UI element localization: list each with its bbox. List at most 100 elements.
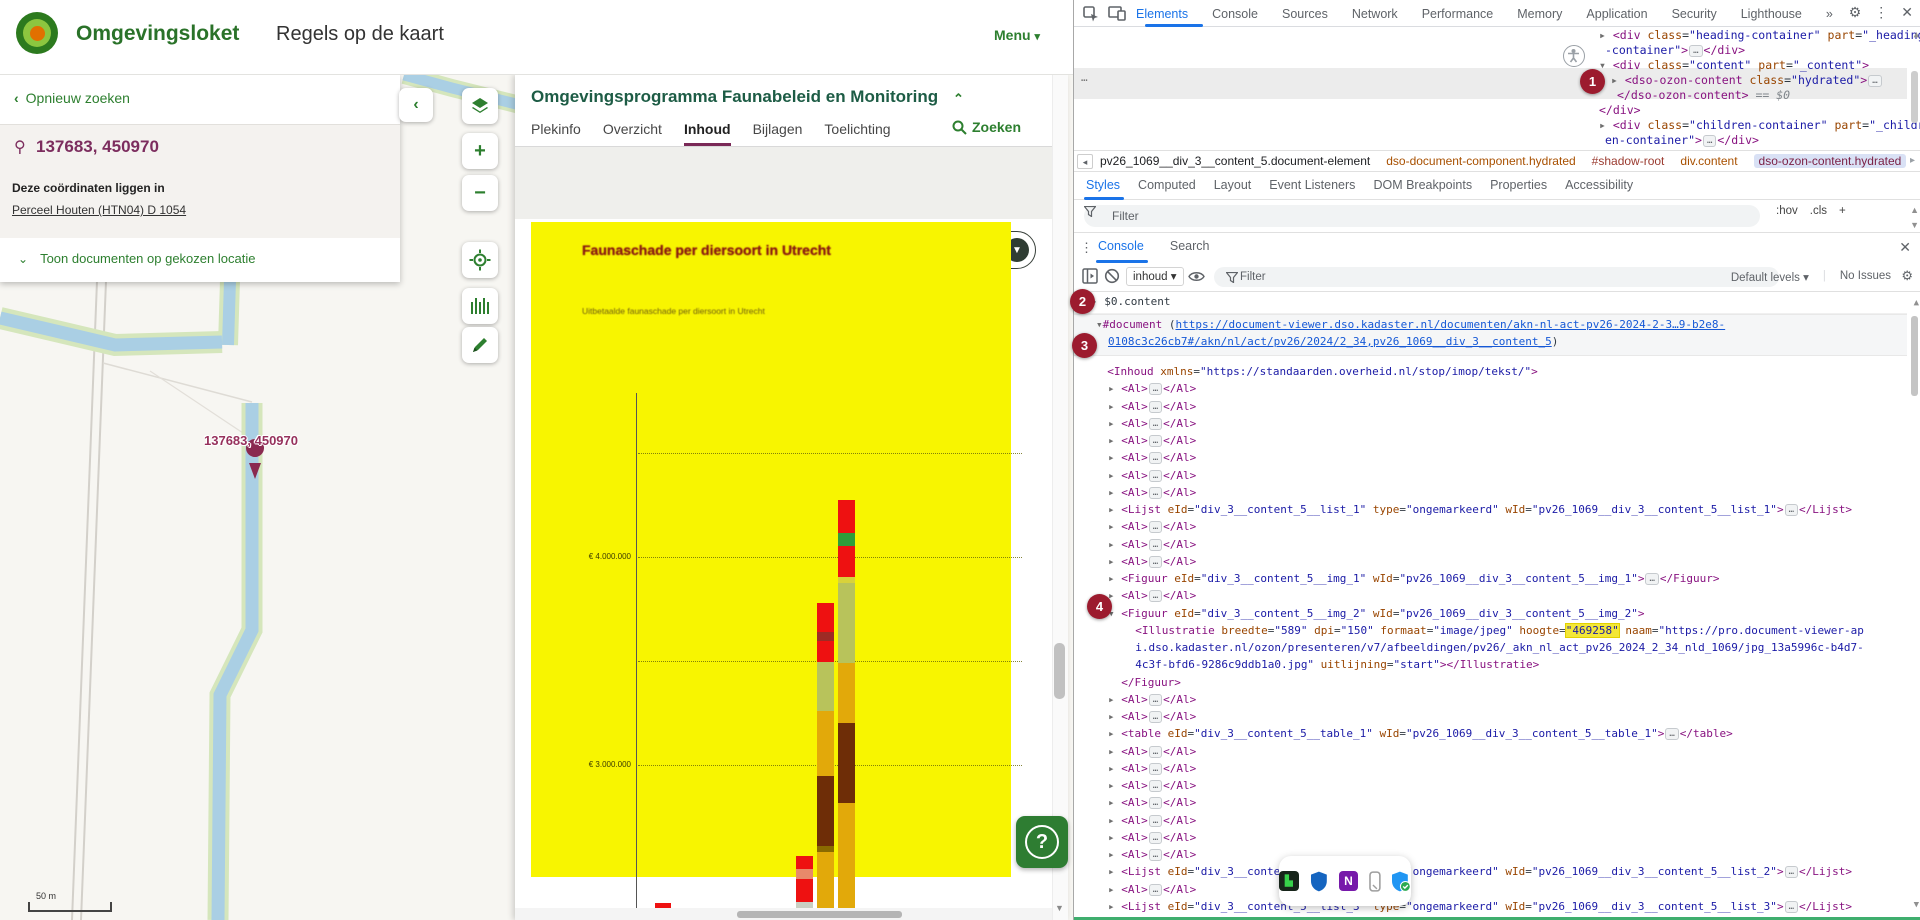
console-xml-al-line[interactable]: ▸ <Al>…</Al>	[1108, 589, 1196, 602]
devtools-tab-application[interactable]: Application	[1586, 7, 1647, 21]
issues-counter[interactable]: No Issues	[1840, 270, 1891, 284]
clear-console-icon[interactable]	[1104, 268, 1120, 284]
breadcrumb-item[interactable]: pv26_1069__div_3__content_5.document-ele…	[1100, 154, 1370, 168]
devtools-tab-network[interactable]: Network	[1352, 7, 1398, 21]
console-xml-al-line[interactable]: ▸ <Al>…</Al>	[1108, 710, 1196, 723]
scrollbar-down-arrow[interactable]: ▼	[1055, 903, 1064, 913]
elements-tree[interactable]: … ▸ <div class="heading-container" part=…	[1074, 27, 1920, 150]
console-sidebar-icon[interactable]	[1082, 268, 1098, 284]
styles-tab-properties[interactable]: Properties	[1490, 178, 1547, 192]
console-context-selector[interactable]: inhoud ▾	[1126, 267, 1184, 286]
locate-button[interactable]	[462, 242, 498, 278]
console-xml-al-line[interactable]: ▸ <Al>…</Al>	[1108, 796, 1196, 809]
devtools-tab-console[interactable]: Console	[1212, 7, 1258, 21]
shield-check-extension-icon[interactable]	[1392, 871, 1411, 892]
console-xml-al-line[interactable]: ▸ <Al>…</Al>	[1108, 400, 1196, 413]
console-xml-al-line[interactable]: ▸ <Al>…</Al>	[1108, 382, 1196, 395]
draw-button[interactable]	[462, 327, 498, 363]
breadcrumb-scroll-right[interactable]: ▸	[1910, 155, 1915, 166]
console-xml-lijst-line[interactable]: ▸ <Lijst eId="div_3__content_5__list_2" …	[1108, 865, 1852, 878]
elements-tree-line[interactable]: ▾ <div class="content" part="_content">	[1599, 58, 1869, 72]
elements-tree-line[interactable]: </div>	[1599, 103, 1641, 117]
console-xml-figuur-line[interactable]: ▾ <Figuur eId="div_3__content_5__img_2" …	[1108, 607, 1644, 620]
tab-console[interactable]: Console	[1098, 239, 1144, 253]
elements-tree-line[interactable]: en-container">…</div>	[1605, 133, 1759, 147]
devtools-tab-performance[interactable]: Performance	[1422, 7, 1494, 21]
shield-extension-icon[interactable]	[1310, 871, 1328, 892]
settings-gear-icon[interactable]: ⚙	[1849, 4, 1862, 21]
kebab-menu-icon[interactable]: ⋮	[1080, 240, 1093, 256]
console-xml-al-line[interactable]: ▸ <Al>…</Al>	[1108, 814, 1196, 827]
console-xml-al-line[interactable]: ▸ <Al>…</Al>	[1108, 417, 1196, 430]
tab-overzicht[interactable]: Overzicht	[603, 113, 662, 147]
styles-tab-accessibility[interactable]: Accessibility	[1565, 178, 1633, 192]
menu-button[interactable]: Menu ▾	[994, 27, 1040, 43]
help-button[interactable]: ?	[1016, 816, 1068, 868]
breadcrumb-scroll-left[interactable]: ◂	[1077, 154, 1093, 169]
console-xml-al-line[interactable]: ▸ <Al>…</Al>	[1108, 451, 1196, 464]
console-xml-table-line[interactable]: ▸ <table eId="div_3__content_5__table_1"…	[1108, 727, 1733, 740]
usb-device-icon[interactable]	[1369, 871, 1381, 892]
kebab-menu-icon[interactable]: ⋮	[1874, 4, 1888, 21]
close-console-icon[interactable]: ✕	[1899, 239, 1911, 256]
console-log[interactable]: › $0.content ▾#document (https://documen…	[1074, 292, 1920, 917]
devtools-tab-sources[interactable]: Sources	[1282, 7, 1328, 21]
scrollbar-up-arrow[interactable]: ▲	[1914, 30, 1919, 40]
breadcrumb-item[interactable]: div.content	[1680, 154, 1737, 168]
scrollbar-down-arrow[interactable]: ▼	[1910, 220, 1919, 230]
console-xml-al-line[interactable]: ▸ <Al>…</Al>	[1108, 486, 1196, 499]
console-xml-lijst-line[interactable]: ▸ <Lijst eId="div_3__content_5__list_1" …	[1108, 503, 1852, 516]
console-result-line2[interactable]: 0108c3c26cb7#/akn/nl/act/pv26/2024/2_34,…	[1108, 335, 1558, 348]
elements-tree-line[interactable]: ▸ <div class="heading-container" part="_…	[1599, 28, 1920, 42]
scrollbar-down-arrow[interactable]: ▼	[1914, 900, 1919, 910]
scrollbar-up-arrow[interactable]: ▲	[1910, 205, 1919, 215]
styles-toolbar-[interactable]: +	[1839, 205, 1846, 217]
inspect-element-icon[interactable]	[1083, 6, 1099, 22]
console-xml-al-line[interactable]: ▸ <Al>…</Al>	[1108, 538, 1196, 551]
collapse-document-icon[interactable]: ⌃	[953, 91, 964, 107]
tab-toelichting[interactable]: Toelichting	[824, 113, 890, 147]
console-xml-al-line[interactable]: ▸ <Al>…</Al>	[1108, 555, 1196, 568]
panel-collapse-button[interactable]: ‹	[399, 88, 433, 122]
styles-tab-computed[interactable]: Computed	[1138, 178, 1196, 192]
console-eval-row[interactable]: › $0.content	[1091, 295, 1170, 308]
console-xml-line[interactable]: 4c3f-bfd6-9286c9ddb1a0.jpg" uitlijning="…	[1122, 658, 1539, 671]
more-tabs-icon[interactable]: »	[1826, 7, 1833, 21]
console-xml-al-line[interactable]: ▸ <Al>…</Al>	[1108, 883, 1196, 896]
layers-button[interactable]	[462, 88, 498, 124]
styles-tab-styles[interactable]: Styles	[1086, 178, 1120, 192]
breadcrumb-item[interactable]: dso-document-component.hydrated	[1386, 154, 1575, 168]
devtools-tab-elements[interactable]: Elements	[1136, 7, 1188, 21]
console-xml-al-line[interactable]: ▸ <Al>…</Al>	[1108, 848, 1196, 861]
breadcrumb-item[interactable]: dso-ozon-content.hydrated	[1754, 154, 1907, 168]
elements-tree-line[interactable]: ▸ <dso-ozon-content class="hydrated">…	[1611, 73, 1883, 87]
breadcrumb-item[interactable]: #shadow-root	[1592, 154, 1665, 168]
console-xml-al-line[interactable]: ▸ <Al>…</Al>	[1108, 831, 1196, 844]
console-xml-al-line[interactable]: ▸ <Al>…</Al>	[1108, 693, 1196, 706]
back-to-search-link[interactable]: ‹Opnieuw zoeken	[14, 90, 130, 106]
live-expression-eye-icon[interactable]	[1188, 270, 1205, 283]
styles-tab-layout[interactable]: Layout	[1214, 178, 1252, 192]
scrollbar-thumb[interactable]	[737, 911, 902, 918]
device-toolbar-icon[interactable]	[1108, 6, 1126, 21]
console-xml-line[interactable]: <Illustratie breedte="589" dpi="150" for…	[1122, 624, 1864, 637]
hidden-content-ellipsis[interactable]: …	[1081, 71, 1088, 84]
zoom-out-button[interactable]: −	[462, 175, 498, 211]
devtools-tab-memory[interactable]: Memory	[1517, 7, 1562, 21]
console-xml-al-line[interactable]: ▸ <Al>…</Al>	[1108, 745, 1196, 758]
console-xml-al-line[interactable]: ▸ <Al>…</Al>	[1108, 779, 1196, 792]
elements-tree-line[interactable]: </dso-ozon-content> == $0	[1617, 88, 1790, 102]
console-xml-al-line[interactable]: ▸ <Al>…</Al>	[1108, 520, 1196, 533]
tab-inhoud[interactable]: Inhoud	[684, 113, 731, 147]
tab-search[interactable]: Search	[1170, 239, 1210, 253]
terminal-extension-icon[interactable]: ▙	[1279, 871, 1299, 891]
scrollbar-thumb[interactable]	[1054, 643, 1065, 699]
default-levels-dropdown[interactable]: Default levels ▾	[1731, 270, 1809, 284]
tab-plekinfo[interactable]: Plekinfo	[531, 113, 581, 147]
devtools-tab-security[interactable]: Security	[1672, 7, 1717, 21]
tab-bijlagen[interactable]: Bijlagen	[753, 113, 803, 147]
console-scrollbar-thumb[interactable]	[1911, 316, 1918, 396]
console-xml-al-line[interactable]: ▸ <Al>…</Al>	[1108, 762, 1196, 775]
styles-filter-input[interactable]: Filter	[1084, 205, 1760, 227]
toggle-documents-link[interactable]: ⌄Toon documenten op gekozen locatie	[18, 251, 255, 266]
